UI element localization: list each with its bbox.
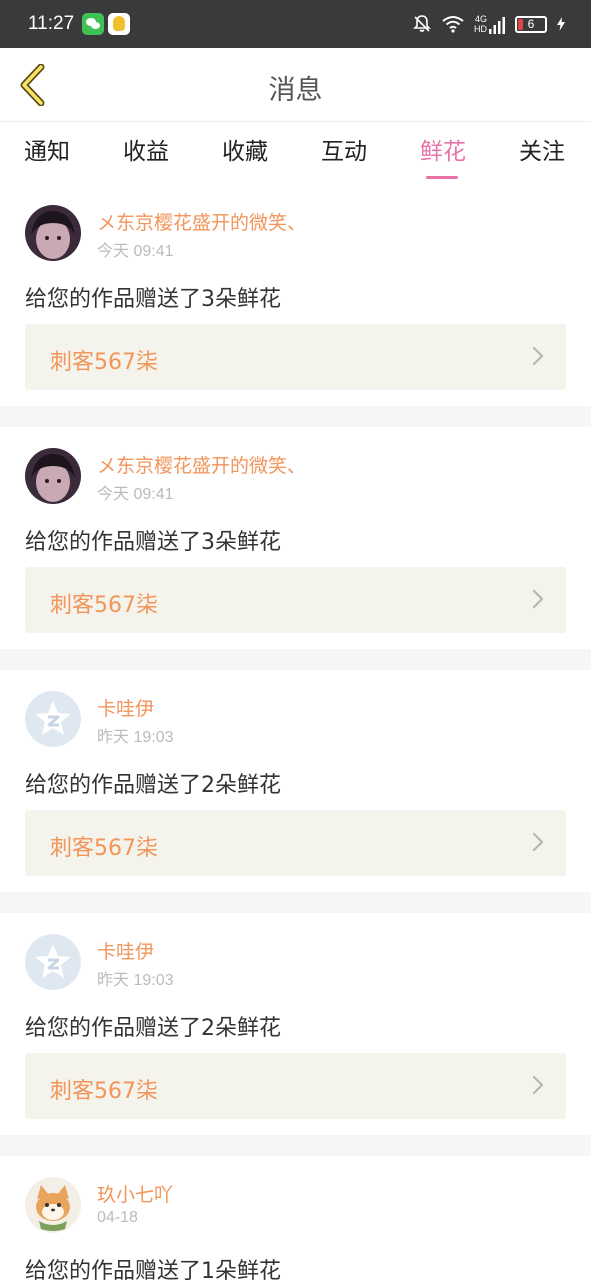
message-text: 给您的作品赠送了2朵鲜花 <box>25 773 281 798</box>
wifi-icon <box>442 16 464 33</box>
message-text: 给您的作品赠送了1朵鲜花 <box>25 1259 281 1280</box>
sender-name[interactable]: メ东京樱花盛开的微笑、 <box>97 451 306 478</box>
message-text: 给您的作品赠送了3朵鲜花 <box>25 530 281 555</box>
status-indicators: 4G HD 6 <box>412 12 565 36</box>
mute-bell-icon <box>413 15 431 32</box>
user-photo-avatar[interactable] <box>25 448 81 504</box>
message-card: 卡哇伊 昨天 19:03 给您的作品赠送了2朵鲜花 刺客567柒 <box>0 913 591 1135</box>
message-card: メ东京樱花盛开的微笑、 今天 09:41 给您的作品赠送了3朵鲜花 刺客567柒 <box>0 427 591 649</box>
active-tab-indicator <box>426 176 458 179</box>
work-title: 刺客567柒 <box>50 1079 158 1104</box>
default-star-avatar[interactable] <box>25 934 81 990</box>
sender-name[interactable]: 卡哇伊 <box>97 937 154 964</box>
work-title: 刺客567柒 <box>50 836 158 861</box>
tab-earnings[interactable]: 收益 <box>111 132 181 166</box>
work-link[interactable]: 刺客567柒 <box>25 324 566 390</box>
work-link[interactable]: 刺客567柒 <box>25 567 566 633</box>
tab-favorites[interactable]: 收藏 <box>210 132 280 166</box>
work-title: 刺客567柒 <box>50 350 158 375</box>
signal-icon <box>489 17 505 34</box>
battery-icon: 6 <box>515 15 547 33</box>
wechat-notification-icon <box>82 13 104 35</box>
page-title: 消息 <box>268 75 323 106</box>
tab-bar: 通知 收益 收藏 互动 鲜花 关注 <box>0 122 591 184</box>
chevron-right-icon <box>532 589 544 609</box>
message-card: 卡哇伊 昨天 19:03 给您的作品赠送了2朵鲜花 刺客567柒 <box>0 670 591 892</box>
nav-bar: 消息 <box>0 48 591 122</box>
tab-following[interactable]: 关注 <box>507 132 577 166</box>
work-title: 刺客567柒 <box>50 593 158 618</box>
shiba-dog-avatar[interactable] <box>25 1177 81 1233</box>
message-text: 给您的作品赠送了3朵鲜花 <box>25 287 281 312</box>
message-time: 今天 09:41 <box>97 486 174 503</box>
sender-name[interactable]: メ东京樱花盛开的微笑、 <box>97 208 306 235</box>
message-time: 今天 09:41 <box>97 243 174 260</box>
chevron-right-icon <box>532 832 544 852</box>
sender-name[interactable]: 卡哇伊 <box>97 694 154 721</box>
chevron-right-icon <box>532 1075 544 1095</box>
tab-flowers[interactable]: 鲜花 <box>408 132 478 179</box>
message-time: 04-18 <box>97 1209 138 1226</box>
qq-notification-icon <box>108 13 130 35</box>
work-link[interactable]: 刺客567柒 <box>25 1053 566 1119</box>
default-star-avatar[interactable] <box>25 691 81 747</box>
user-photo-avatar[interactable] <box>25 205 81 261</box>
hd-label: HD <box>474 24 487 34</box>
chevron-right-icon <box>532 346 544 366</box>
tab-interactions[interactable]: 互动 <box>309 132 379 166</box>
message-card: メ东京樱花盛开的微笑、 今天 09:41 给您的作品赠送了3朵鲜花 刺客567柒 <box>0 184 591 406</box>
sender-name[interactable]: 玖小七吖 <box>97 1180 173 1207</box>
message-time: 昨天 19:03 <box>97 729 174 746</box>
charging-icon <box>557 17 565 31</box>
network-type-label: 4G <box>474 14 487 24</box>
message-card: 玖小七吖 04-18 给您的作品赠送了1朵鲜花 <box>0 1156 591 1280</box>
message-text: 给您的作品赠送了2朵鲜花 <box>25 1016 281 1041</box>
status-time: 11:27 <box>28 13 75 34</box>
status-bar: 11:27 4G HD 6 <box>0 0 591 48</box>
work-link[interactable]: 刺客567柒 <box>25 810 566 876</box>
tab-notifications[interactable]: 通知 <box>12 132 82 166</box>
tab-flowers-label: 鲜花 <box>420 139 466 165</box>
battery-level: 6 <box>527 16 535 31</box>
message-time: 昨天 19:03 <box>97 972 174 989</box>
